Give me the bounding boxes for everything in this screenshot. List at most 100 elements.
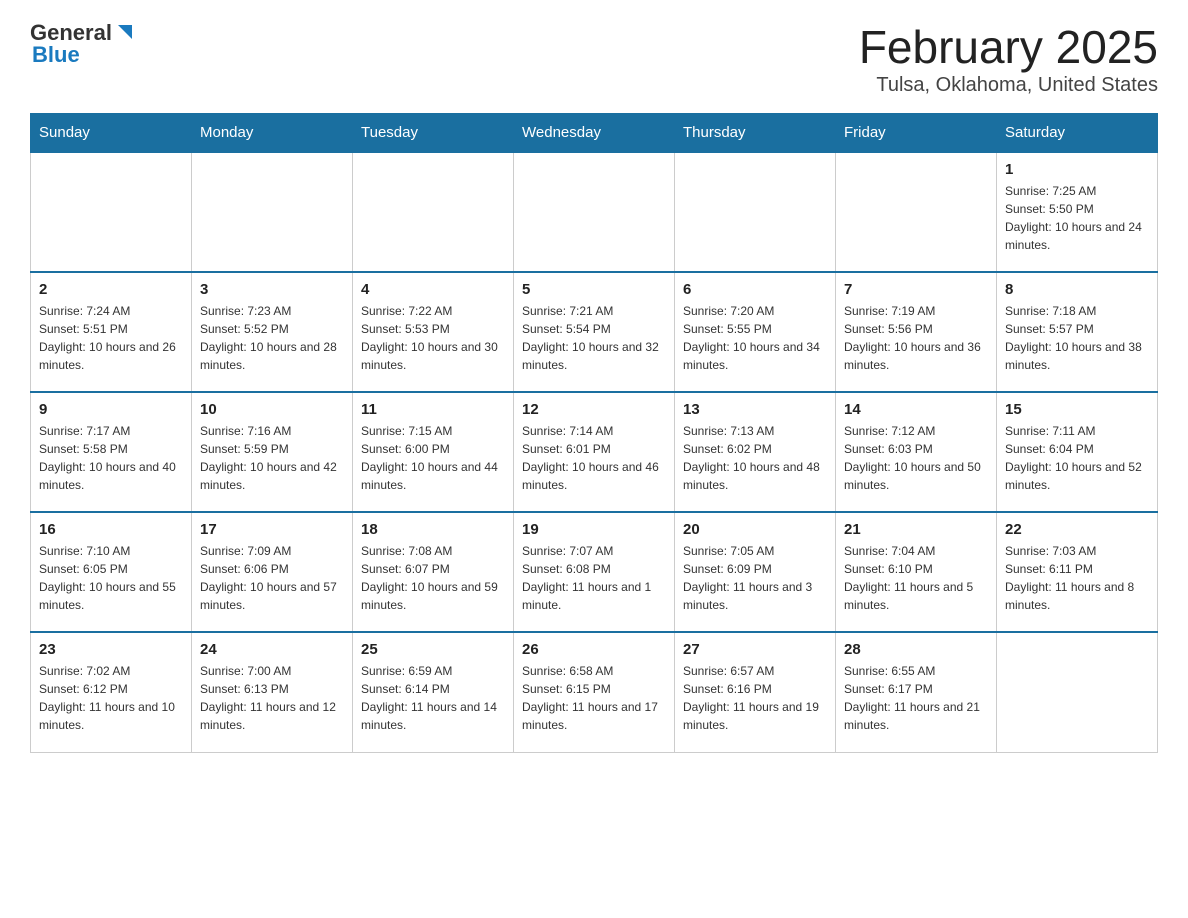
day-number: 26 <box>522 641 666 658</box>
calendar-cell: 22 Sunrise: 7:03 AM Sunset: 6:11 PM Dayli… <box>997 512 1158 632</box>
calendar-cell: 9 Sunrise: 7:17 AM Sunset: 5:58 PM Daylig… <box>31 392 192 512</box>
day-info: Sunrise: 7:23 AM Sunset: 5:52 PM Dayligh… <box>200 302 344 374</box>
day-number: 11 <box>361 401 505 418</box>
day-number: 22 <box>1005 521 1149 538</box>
calendar-cell: 15 Sunrise: 7:11 AM Sunset: 6:04 PM Dayli… <box>997 392 1158 512</box>
day-number: 5 <box>522 281 666 298</box>
day-info: Sunrise: 7:03 AM Sunset: 6:11 PM Dayligh… <box>1005 542 1149 614</box>
day-info: Sunrise: 7:00 AM Sunset: 6:13 PM Dayligh… <box>200 662 344 734</box>
day-number: 12 <box>522 401 666 418</box>
header-day-wednesday: Wednesday <box>514 114 675 153</box>
calendar-cell: 8Sunrise: 7:18 AM Sunset: 5:57 PM Daylig… <box>997 272 1158 392</box>
header-day-thursday: Thursday <box>675 114 836 153</box>
day-number: 21 <box>844 521 988 538</box>
day-number: 27 <box>683 641 827 658</box>
day-info: Sunrise: 6:58 AM Sunset: 6:15 PM Dayligh… <box>522 662 666 734</box>
day-number: 19 <box>522 521 666 538</box>
calendar-cell: 21Sunrise: 7:04 AM Sunset: 6:10 PM Dayli… <box>836 512 997 632</box>
day-info: Sunrise: 7:12 AM Sunset: 6:03 PM Dayligh… <box>844 422 988 494</box>
logo: General Blue <box>30 20 136 68</box>
page-header: General Blue February 2025 Tulsa, Oklaho… <box>30 20 1158 97</box>
day-number: 1 <box>1005 161 1149 178</box>
calendar-cell: 19 Sunrise: 7:07 AM Sunset: 6:08 PM Dayli… <box>514 512 675 632</box>
calendar-cell <box>31 152 192 272</box>
calendar-cell: 10 Sunrise: 7:16 AM Sunset: 5:59 PM Dayli… <box>192 392 353 512</box>
day-number: 2 <box>39 281 183 298</box>
calendar-cell: 6Sunrise: 7:20 AM Sunset: 5:55 PM Daylig… <box>675 272 836 392</box>
day-number: 14 <box>844 401 988 418</box>
day-info: Sunrise: 6:55 AM Sunset: 6:17 PM Dayligh… <box>844 662 988 734</box>
calendar-cell: 26 Sunrise: 6:58 AM Sunset: 6:15 PM Dayli… <box>514 632 675 752</box>
calendar-cell <box>836 152 997 272</box>
calendar-cell: 3 Sunrise: 7:23 AM Sunset: 5:52 PM Daylig… <box>192 272 353 392</box>
calendar-cell: 16 Sunrise: 7:10 AM Sunset: 6:05 PM Dayli… <box>31 512 192 632</box>
day-info: Sunrise: 7:17 AM Sunset: 5:58 PM Dayligh… <box>39 422 183 494</box>
day-info: Sunrise: 7:05 AM Sunset: 6:09 PM Dayligh… <box>683 542 827 614</box>
calendar-cell: 1Sunrise: 7:25 AM Sunset: 5:50 PM Daylig… <box>997 152 1158 272</box>
calendar-cell: 27Sunrise: 6:57 AM Sunset: 6:16 PM Dayli… <box>675 632 836 752</box>
logo-triangle-icon <box>114 21 136 43</box>
calendar-cell: 18Sunrise: 7:08 AM Sunset: 6:07 PM Dayli… <box>353 512 514 632</box>
day-number: 7 <box>844 281 988 298</box>
calendar-cell: 23 Sunrise: 7:02 AM Sunset: 6:12 PM Dayli… <box>31 632 192 752</box>
day-info: Sunrise: 7:18 AM Sunset: 5:57 PM Dayligh… <box>1005 302 1149 374</box>
day-number: 15 <box>1005 401 1149 418</box>
calendar-cell <box>514 152 675 272</box>
calendar-cell <box>192 152 353 272</box>
day-number: 10 <box>200 401 344 418</box>
day-info: Sunrise: 7:11 AM Sunset: 6:04 PM Dayligh… <box>1005 422 1149 494</box>
day-number: 25 <box>361 641 505 658</box>
calendar-cell: 20 Sunrise: 7:05 AM Sunset: 6:09 PM Dayli… <box>675 512 836 632</box>
header-row: SundayMondayTuesdayWednesdayThursdayFrid… <box>31 114 1158 153</box>
month-title: February 2025 <box>859 20 1158 74</box>
day-number: 28 <box>844 641 988 658</box>
calendar-table: SundayMondayTuesdayWednesdayThursdayFrid… <box>30 113 1158 753</box>
day-number: 23 <box>39 641 183 658</box>
day-info: Sunrise: 7:09 AM Sunset: 6:06 PM Dayligh… <box>200 542 344 614</box>
day-number: 20 <box>683 521 827 538</box>
day-number: 3 <box>200 281 344 298</box>
day-number: 17 <box>200 521 344 538</box>
header-day-monday: Monday <box>192 114 353 153</box>
day-info: Sunrise: 7:07 AM Sunset: 6:08 PM Dayligh… <box>522 542 666 614</box>
week-row-4: 16 Sunrise: 7:10 AM Sunset: 6:05 PM Dayli… <box>31 512 1158 632</box>
header-day-tuesday: Tuesday <box>353 114 514 153</box>
day-number: 24 <box>200 641 344 658</box>
calendar-cell: 13Sunrise: 7:13 AM Sunset: 6:02 PM Dayli… <box>675 392 836 512</box>
location-subtitle: Tulsa, Oklahoma, United States <box>859 74 1158 97</box>
day-info: Sunrise: 7:16 AM Sunset: 5:59 PM Dayligh… <box>200 422 344 494</box>
day-info: Sunrise: 6:59 AM Sunset: 6:14 PM Dayligh… <box>361 662 505 734</box>
calendar-cell: 14 Sunrise: 7:12 AM Sunset: 6:03 PM Dayli… <box>836 392 997 512</box>
calendar-cell: 28 Sunrise: 6:55 AM Sunset: 6:17 PM Dayli… <box>836 632 997 752</box>
day-info: Sunrise: 7:02 AM Sunset: 6:12 PM Dayligh… <box>39 662 183 734</box>
day-number: 13 <box>683 401 827 418</box>
day-info: Sunrise: 7:14 AM Sunset: 6:01 PM Dayligh… <box>522 422 666 494</box>
calendar-cell: 25 Sunrise: 6:59 AM Sunset: 6:14 PM Dayli… <box>353 632 514 752</box>
day-number: 6 <box>683 281 827 298</box>
calendar-cell <box>675 152 836 272</box>
week-row-2: 2 Sunrise: 7:24 AM Sunset: 5:51 PM Daylig… <box>31 272 1158 392</box>
day-info: Sunrise: 7:19 AM Sunset: 5:56 PM Dayligh… <box>844 302 988 374</box>
calendar-cell <box>353 152 514 272</box>
day-number: 16 <box>39 521 183 538</box>
calendar-cell: 5 Sunrise: 7:21 AM Sunset: 5:54 PM Daylig… <box>514 272 675 392</box>
day-info: Sunrise: 7:15 AM Sunset: 6:00 PM Dayligh… <box>361 422 505 494</box>
calendar-cell: 17 Sunrise: 7:09 AM Sunset: 6:06 PM Dayli… <box>192 512 353 632</box>
week-row-3: 9 Sunrise: 7:17 AM Sunset: 5:58 PM Daylig… <box>31 392 1158 512</box>
week-row-5: 23 Sunrise: 7:02 AM Sunset: 6:12 PM Dayli… <box>31 632 1158 752</box>
day-info: Sunrise: 7:22 AM Sunset: 5:53 PM Dayligh… <box>361 302 505 374</box>
header-day-saturday: Saturday <box>997 114 1158 153</box>
week-row-1: 1Sunrise: 7:25 AM Sunset: 5:50 PM Daylig… <box>31 152 1158 272</box>
calendar-cell: 4 Sunrise: 7:22 AM Sunset: 5:53 PM Daylig… <box>353 272 514 392</box>
title-section: February 2025 Tulsa, Oklahoma, United St… <box>859 20 1158 97</box>
header-day-friday: Friday <box>836 114 997 153</box>
day-number: 4 <box>361 281 505 298</box>
header-day-sunday: Sunday <box>31 114 192 153</box>
calendar-cell: 11 Sunrise: 7:15 AM Sunset: 6:00 PM Dayli… <box>353 392 514 512</box>
day-info: Sunrise: 7:21 AM Sunset: 5:54 PM Dayligh… <box>522 302 666 374</box>
day-number: 9 <box>39 401 183 418</box>
calendar-cell <box>997 632 1158 752</box>
day-info: Sunrise: 7:10 AM Sunset: 6:05 PM Dayligh… <box>39 542 183 614</box>
day-info: Sunrise: 7:24 AM Sunset: 5:51 PM Dayligh… <box>39 302 183 374</box>
calendar-cell: 7 Sunrise: 7:19 AM Sunset: 5:56 PM Daylig… <box>836 272 997 392</box>
